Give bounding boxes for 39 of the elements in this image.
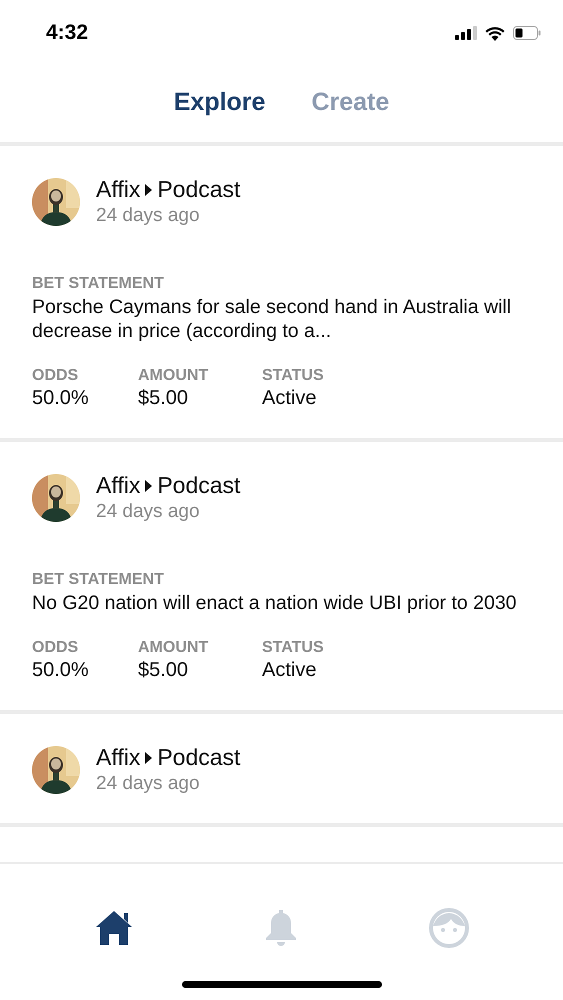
wifi-icon — [485, 26, 505, 40]
post-time: 24 days ago — [96, 501, 201, 523]
caret-icon — [145, 480, 152, 492]
stat-value: 50.0% — [32, 387, 90, 410]
stat-label: STATUS — [262, 639, 325, 657]
bet-card[interactable]: Affix Podcast 24 days ago — [0, 714, 563, 827]
statement-label: BET STATEMENT — [32, 275, 165, 293]
signal-icon — [455, 26, 477, 40]
post-time: 24 days ago — [96, 773, 201, 795]
author-name: Affix — [96, 176, 140, 203]
channel-name: Podcast — [157, 744, 240, 771]
status-time: 4:32 — [46, 21, 88, 45]
stat-value: $5.00 — [138, 659, 190, 682]
channel-name: Podcast — [157, 472, 240, 499]
stat-value: $5.00 — [138, 387, 190, 410]
stat-value: Active — [262, 659, 318, 682]
bet-statement: No G20 nation will enact a nation wide UBI prior to 2030 — [32, 591, 518, 615]
caret-icon — [145, 184, 152, 196]
stat-label: ODDS — [32, 367, 80, 385]
tab[interactable]: Explore — [174, 88, 266, 116]
battery-icon — [513, 26, 541, 40]
stat-value: Active — [262, 387, 318, 410]
post-time: 24 days ago — [96, 205, 201, 227]
stat-label: STATUS — [262, 367, 325, 385]
bet-card[interactable]: Affix Podcast 24 days ago BET STATEMENT No G20 nation will enact a nation wide UBI prior to 2030 ODDS 50.0% AMOUNT $5.00 STATUS Active — [0, 442, 563, 714]
bell-icon — [265, 909, 298, 947]
channel-name: Podcast — [157, 176, 240, 203]
statement-label: BET STATEMENT — [32, 571, 165, 589]
caret-icon — [145, 752, 152, 764]
stat-label: AMOUNT — [138, 639, 210, 657]
home-icon — [94, 910, 133, 946]
author-name: Affix — [96, 472, 140, 499]
bet-card[interactable]: Affix Podcast 24 days ago BET STATEMENT Porsche Caymans for sale second hand in Australia will decrease in price (according to a... ODDS 50.0% AMOUNT $5.00 STATUS Active — [0, 146, 563, 442]
stat-value: 50.0% — [32, 659, 90, 682]
author-name: Affix — [96, 744, 140, 771]
stat-label: AMOUNT — [138, 367, 210, 385]
face-icon — [429, 908, 470, 948]
bet-statement: Porsche Caymans for sale second hand in Australia will decrease in price (according to a... — [32, 295, 512, 343]
stat-label: ODDS — [32, 639, 80, 657]
